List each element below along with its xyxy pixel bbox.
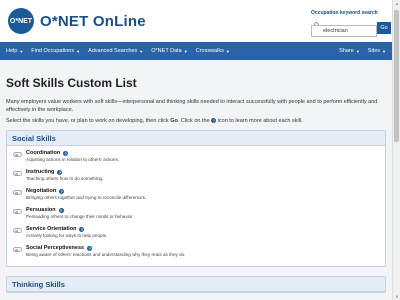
skill-toggle[interactable] xyxy=(13,247,22,252)
page-title: Soft Skills Custom List xyxy=(6,76,137,90)
instr-after: icon to learn more about each skill. xyxy=(216,118,303,124)
instr-mid: . Click on the xyxy=(177,118,212,124)
skill-name: Instructing xyxy=(26,169,55,175)
question-circle-icon[interactable]: ? xyxy=(57,169,63,175)
skill-toggle[interactable] xyxy=(13,171,22,176)
search-label: Occupation keyword search xyxy=(311,10,378,16)
page-scrollbar[interactable]: ▲ ▼ xyxy=(392,0,400,300)
skill-coordination: Coordination? Adjusting actions in relat… xyxy=(13,150,379,169)
nav-share-label: Share xyxy=(339,48,354,54)
question-circle-icon[interactable]: ? xyxy=(58,207,64,213)
nav-help[interactable]: Help ▼ xyxy=(6,48,23,54)
instr-go: Go xyxy=(170,118,178,124)
nav-crosswalks-label: Crosswalks xyxy=(195,48,224,54)
nav-find-occupations-label: Find Occupations xyxy=(31,48,75,54)
skill-instructing: Instructing? Teaching others how to do s… xyxy=(13,169,379,188)
skill-name: Service Orientation xyxy=(26,226,77,232)
scroll-up-icon[interactable]: ▲ xyxy=(395,1,399,6)
nav-sites[interactable]: Sites ▼ xyxy=(368,48,386,54)
skill-desc: Persuading others to change their minds … xyxy=(26,214,134,219)
question-circle-icon[interactable]: ? xyxy=(79,226,85,232)
question-circle-icon[interactable]: ? xyxy=(59,188,65,194)
skill-desc: Teaching others how to do something. xyxy=(26,176,104,181)
instructions-text: Select the skills you have, or plan to w… xyxy=(6,118,386,124)
nav-share[interactable]: Share ▼ xyxy=(339,48,360,54)
nav-onet-data-label: O*NET Data xyxy=(151,48,182,54)
skill-desc: Adjusting actions in relation to others'… xyxy=(26,157,120,162)
main-content: Soft Skills Custom List Many employers v… xyxy=(0,60,392,300)
skill-toggle[interactable] xyxy=(13,152,22,157)
skill-desc: Bringing others together and trying to r… xyxy=(26,195,147,200)
instr-before: Select the skills you have, or plan to w… xyxy=(6,118,171,124)
nav-advanced-searches[interactable]: Advanced Searches ▼ xyxy=(88,48,143,54)
chevron-down-icon: ▼ xyxy=(19,48,24,54)
scroll-thumb[interactable] xyxy=(394,10,399,142)
chevron-down-icon: ▼ xyxy=(382,48,386,54)
nav-crosswalks[interactable]: Crosswalks ▼ xyxy=(196,48,230,54)
social-skills-card: Social Skills Coordination? Adjusting ac… xyxy=(6,130,386,267)
go-button[interactable]: Go xyxy=(377,22,391,34)
main-nav: Help ▼ Find Occupations ▼ Advanced Searche… xyxy=(0,42,392,60)
intro-text: Many employers value workers with soft s… xyxy=(6,99,378,113)
skill-name: Persuasion xyxy=(26,207,56,213)
site-title[interactable]: O*NET OnLine xyxy=(40,13,146,30)
skill-negotiation: Negotiation? Bringing others together an… xyxy=(13,188,379,207)
skill-desc: Being aware of others' reactions and und… xyxy=(26,252,186,257)
chevron-down-icon: ▼ xyxy=(183,48,188,54)
chevron-down-icon: ▼ xyxy=(355,48,360,54)
search-box xyxy=(311,19,377,37)
onet-logo-icon[interactable]: O*NET xyxy=(8,8,34,34)
thinking-skills-card: Thinking Skills xyxy=(6,276,386,293)
skill-toggle[interactable] xyxy=(13,190,22,195)
search-input[interactable] xyxy=(311,25,377,37)
chevron-down-icon: ▼ xyxy=(76,48,81,54)
top-header: O*NET O*NET OnLine Occupation keyword se… xyxy=(0,0,400,42)
question-circle-icon[interactable]: ? xyxy=(87,245,93,251)
skill-name: Social Perceptiveness xyxy=(26,245,85,251)
skill-toggle[interactable] xyxy=(13,209,22,214)
question-circle-icon[interactable]: ? xyxy=(63,150,69,156)
scroll-down-icon[interactable]: ▼ xyxy=(395,294,399,299)
skill-persuasion: Persuasion? Persuading others to change … xyxy=(13,207,379,226)
nav-onet-data[interactable]: O*NET Data ▼ xyxy=(151,48,187,54)
skill-name: Negotiation xyxy=(26,188,57,194)
search-block: Occupation keyword search Go xyxy=(311,10,391,37)
nav-help-label: Help xyxy=(6,48,18,54)
breadcrumb xyxy=(6,60,386,70)
skill-service-orientation: Service Orientation? Actively looking fo… xyxy=(13,226,379,245)
nav-sites-label: Sites xyxy=(367,48,381,54)
section-title: Thinking Skills xyxy=(7,277,385,292)
section-title: Social Skills xyxy=(7,131,385,146)
skill-toggle[interactable] xyxy=(13,228,22,233)
nav-advanced-searches-label: Advanced Searches xyxy=(88,48,138,54)
skill-desc: Actively looking for ways to help people… xyxy=(26,233,108,238)
skill-name: Coordination xyxy=(26,150,61,156)
skill-social-perceptiveness: Social Perceptiveness? Being aware of ot… xyxy=(13,245,379,264)
nav-find-occupations[interactable]: Find Occupations ▼ xyxy=(31,48,80,54)
skill-list: Coordination? Adjusting actions in relat… xyxy=(7,146,385,266)
chevron-down-icon: ▼ xyxy=(225,48,230,54)
chevron-down-icon: ▼ xyxy=(139,48,144,54)
